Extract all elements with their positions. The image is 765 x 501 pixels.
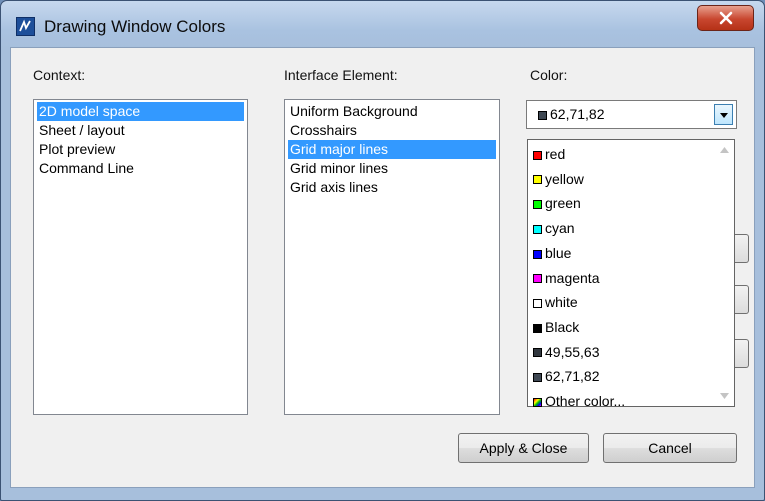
color-option[interactable]: red: [533, 144, 565, 164]
interface-element-item[interactable]: Grid axis lines: [288, 178, 496, 197]
interface-element-item[interactable]: Grid major lines: [288, 140, 496, 159]
interface-element-item[interactable]: Uniform Background: [288, 102, 496, 121]
color-current-value: 62,71,82: [550, 106, 605, 122]
color-option-label: green: [545, 195, 581, 212]
color-option-label: Black: [545, 318, 580, 335]
color-swatch: [533, 249, 542, 259]
context-list-item[interactable]: 2D model space: [37, 102, 244, 121]
interface-element-label: Interface Element:: [284, 67, 398, 83]
color-swatch: [533, 298, 542, 308]
app-icon: [16, 17, 35, 36]
color-swatch: [533, 224, 542, 234]
scroll-down-icon[interactable]: [720, 393, 729, 399]
color-option-label: cyan: [545, 220, 575, 237]
color-swatch: [533, 150, 542, 160]
combobox-dropdown-button[interactable]: [714, 104, 733, 125]
color-option-label: Other color...: [545, 393, 626, 409]
color-option-label: 62,71,82: [545, 368, 600, 385]
color-swatch: [533, 373, 542, 383]
color-swatch: [533, 274, 542, 284]
color-combobox-value: 62,71,82: [538, 106, 605, 122]
dialog-window: Drawing Window Colors Context: Interface…: [0, 0, 765, 501]
color-option-label: 49,55,63: [545, 343, 600, 360]
color-option-label: white: [545, 294, 578, 311]
close-button[interactable]: [697, 5, 754, 31]
color-swatch: [533, 175, 542, 185]
title-bar[interactable]: Drawing Window Colors: [1, 1, 764, 47]
color-option[interactable]: yellow: [533, 169, 584, 189]
color-option-label: red: [545, 146, 566, 162]
close-icon: [719, 11, 733, 25]
obscured-button[interactable]: [734, 339, 749, 368]
color-swatch: [533, 348, 542, 358]
interface-element-item[interactable]: Crosshairs: [288, 121, 496, 140]
dialog-body: Context: Interface Element: Color: 2D mo…: [10, 47, 755, 488]
color-option[interactable]: magenta: [533, 268, 599, 288]
color-option[interactable]: 62,71,82: [533, 366, 600, 386]
color-label: Color:: [530, 67, 568, 83]
context-list-item[interactable]: Command Line: [37, 159, 244, 178]
scroll-up-icon[interactable]: [720, 147, 729, 153]
color-option[interactable]: 49,55,63: [533, 342, 600, 362]
window-title: Drawing Window Colors: [44, 17, 226, 36]
color-swatch: [533, 397, 542, 407]
obscured-button[interactable]: [734, 285, 749, 314]
color-option-label: yellow: [545, 170, 584, 187]
color-option[interactable]: blue: [533, 243, 571, 263]
color-dropdown-list[interactable]: red yellow green cyan blue magenta white Black 4…: [527, 139, 735, 409]
interface-element-item[interactable]: Grid minor lines: [288, 159, 496, 178]
color-swatch: [538, 110, 547, 120]
color-option[interactable]: green: [533, 193, 581, 213]
context-list-item[interactable]: Sheet / layout: [37, 121, 244, 140]
cancel-button[interactable]: Cancel: [603, 433, 737, 463]
context-list-item[interactable]: Plot preview: [37, 140, 244, 159]
color-option[interactable]: Other color...: [533, 391, 625, 411]
chevron-down-icon: [720, 113, 728, 118]
color-swatch: [533, 323, 542, 333]
interface-element-list[interactable]: Uniform Background Crosshairs Grid major l…: [284, 99, 500, 415]
context-list[interactable]: 2D model space Sheet / layout Plot preview…: [33, 99, 248, 415]
apply-close-button[interactable]: Apply & Close: [458, 433, 589, 463]
color-option-label: blue: [545, 244, 572, 261]
color-option[interactable]: white: [533, 292, 578, 312]
color-swatch: [533, 200, 542, 210]
color-combobox[interactable]: 62,71,82: [526, 100, 737, 129]
color-option[interactable]: Black: [533, 317, 579, 337]
color-option-label: magenta: [545, 269, 600, 286]
context-label: Context:: [33, 67, 86, 83]
obscured-button[interactable]: [734, 234, 749, 263]
dropdown-scrollbar[interactable]: [716, 141, 733, 405]
color-option[interactable]: cyan: [533, 218, 575, 238]
